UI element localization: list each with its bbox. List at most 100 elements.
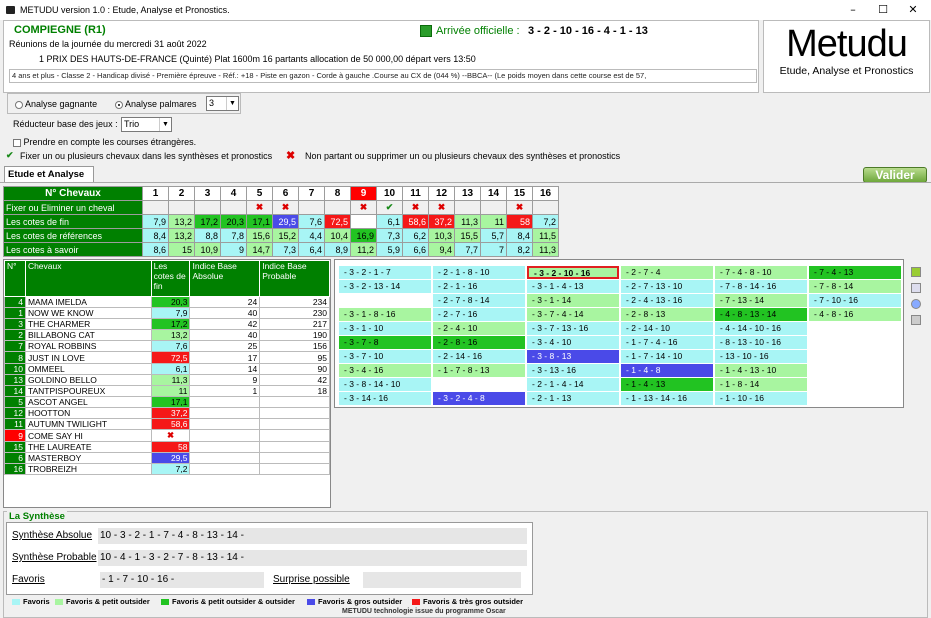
grid-col-number[interactable]: 5: [246, 186, 273, 201]
combo-item[interactable]: - 7 - 13 - 14: [715, 294, 807, 307]
combo-item[interactable]: - 2 - 4 - 10: [433, 322, 525, 335]
grid-col-number[interactable]: 1: [142, 186, 169, 201]
table-row[interactable]: 12 HOOTTON 37,2: [4, 406, 330, 420]
selected-combo-item[interactable]: - 3 - 2 - 10 - 16: [527, 266, 619, 279]
table-row[interactable]: 11 AUTUMN TWILIGHT 58,6: [4, 418, 330, 431]
combo-item[interactable]: - 3 - 7 - 10: [339, 350, 431, 363]
table-row[interactable]: 3 THE CHARMER 17,2 42 217: [4, 318, 330, 331]
table-row[interactable]: 15 THE LAUREATE 58: [4, 441, 330, 454]
combo-item[interactable]: - 1 - 13 - 14 - 16: [621, 392, 713, 405]
minimize-button[interactable]: –: [838, 0, 868, 20]
fixer-cell[interactable]: [168, 200, 195, 215]
combo-item[interactable]: - 3 - 2 - 13 - 14: [339, 280, 431, 293]
grid-col-number[interactable]: 11: [402, 186, 429, 201]
fixer-cell[interactable]: [194, 200, 221, 215]
grid-col-number[interactable]: 12: [428, 186, 455, 201]
combo-item[interactable]: - 2 - 14 - 10: [621, 322, 713, 335]
combo-item[interactable]: - 1 - 7 - 14 - 10: [621, 350, 713, 363]
grid-col-number[interactable]: 10: [376, 186, 403, 201]
table-row[interactable]: 6 MASTERBOY 29,5: [4, 452, 330, 465]
combo-item[interactable]: - 3 - 7 - 8: [339, 336, 431, 349]
fixer-cell[interactable]: [454, 200, 481, 215]
fixer-cell[interactable]: ✖: [402, 200, 429, 215]
palmares-count-select[interactable]: 3 ▼: [206, 96, 239, 111]
etrangeres-checkbox[interactable]: Prendre en compte les courses étrangères…: [13, 137, 196, 147]
grid-col-number[interactable]: 13: [454, 186, 481, 201]
fixer-cell[interactable]: [532, 200, 559, 215]
fixer-cell[interactable]: [220, 200, 247, 215]
valider-button[interactable]: Valider: [863, 167, 927, 183]
combo-item[interactable]: - 3 - 1 - 4 - 13: [527, 280, 619, 293]
fixer-cell[interactable]: ✖: [428, 200, 455, 215]
combo-item[interactable]: - 3 - 1 - 8 - 16: [339, 308, 431, 321]
combo-item[interactable]: - 8 - 13 - 10 - 16: [715, 336, 807, 349]
combo-item[interactable]: - 3 - 1 - 10: [339, 322, 431, 335]
grid-col-number[interactable]: 4: [220, 186, 247, 201]
table-row[interactable]: 16 TROBREIZH 7,2: [4, 463, 330, 476]
combo-item[interactable]: - 1 - 10 - 16: [715, 392, 807, 405]
combo-item[interactable]: - 1 - 4 - 13 - 10: [715, 364, 807, 377]
combo-item[interactable]: - 2 - 14 - 16: [433, 350, 525, 363]
table-row[interactable]: 10 OMMEEL 6,1 14 90: [4, 362, 330, 375]
combo-item[interactable]: [433, 378, 525, 391]
combo-item[interactable]: - 7 - 10 - 16: [809, 294, 901, 307]
combo-item[interactable]: - 7 - 8 - 14: [809, 280, 901, 293]
close-button[interactable]: ✕: [898, 0, 928, 20]
combo-item[interactable]: - 3 - 8 - 14 - 10: [339, 378, 431, 391]
radio-analyse-gagnante[interactable]: Analyse gagnante: [15, 99, 97, 109]
combo-item[interactable]: - 2 - 7 - 13 - 10: [621, 280, 713, 293]
combo-item[interactable]: - 2 - 7 - 8 - 14: [433, 294, 525, 307]
fixer-cell[interactable]: [324, 200, 351, 215]
combo-item[interactable]: - 2 - 1 - 4 - 14: [527, 378, 619, 391]
fixer-cell[interactable]: ✔: [376, 200, 403, 215]
tab-etude-analyse[interactable]: Etude et Analyse: [4, 166, 94, 182]
table-row[interactable]: 9 COME SAY HI ✖: [4, 429, 330, 443]
combo-item[interactable]: - 1 - 7 - 4 - 16: [621, 336, 713, 349]
combo-item[interactable]: - 2 - 1 - 16: [433, 280, 525, 293]
combo-item[interactable]: - 3 - 2 - 1 - 7: [339, 266, 431, 279]
combo-item[interactable]: - 4 - 14 - 10 - 16: [715, 322, 807, 335]
combo-item[interactable]: - 7 - 8 - 14 - 16: [715, 280, 807, 293]
grid-col-number[interactable]: 8: [324, 186, 351, 201]
grid-col-number[interactable]: 6: [272, 186, 299, 201]
grid-col-number[interactable]: 16: [532, 186, 559, 201]
table-row[interactable]: 14 TANTPISPOUREUX 11 1 18: [4, 384, 330, 397]
radio-analyse-palmares[interactable]: Analyse palmares: [115, 99, 197, 109]
combo-item[interactable]: [339, 294, 431, 307]
fixer-cell[interactable]: [142, 200, 169, 215]
grid-col-number[interactable]: 2: [168, 186, 195, 201]
combo-item[interactable]: - 1 - 8 - 14: [715, 378, 807, 391]
combo-item[interactable]: - 3 - 7 - 13 - 16: [527, 322, 619, 335]
combo-item[interactable]: - 3 - 1 - 14: [527, 294, 619, 307]
combo-item[interactable]: - 2 - 7 - 4: [621, 266, 713, 279]
combo-item[interactable]: - 2 - 1 - 13: [527, 392, 619, 405]
table-row[interactable]: 2 BILLABONG CAT 13,2 40 190: [4, 329, 330, 342]
combo-item[interactable]: - 3 - 13 - 16: [527, 364, 619, 377]
combo-item[interactable]: - 4 - 8 - 13 - 14: [715, 308, 807, 321]
combo-item[interactable]: - 7 - 4 - 13: [809, 266, 901, 279]
combo-item[interactable]: - 13 - 10 - 16: [715, 350, 807, 363]
combo-item[interactable]: - 2 - 4 - 13 - 16: [621, 294, 713, 307]
table-row[interactable]: 13 GOLDINO BELLO 11,3 9 42: [4, 373, 330, 386]
table-row[interactable]: 8 JUST IN LOVE 72,5 17 95: [4, 351, 330, 364]
combo-item[interactable]: - 1 - 7 - 8 - 13: [433, 364, 525, 377]
fixer-cell[interactable]: ✖: [506, 200, 533, 215]
combo-item[interactable]: - 1 - 4 - 13: [621, 378, 713, 391]
combo-item[interactable]: - 2 - 8 - 13: [621, 308, 713, 321]
fixer-cell[interactable]: ✖: [246, 200, 273, 215]
reducteur-select[interactable]: Trio ▼: [121, 117, 172, 132]
document-icon[interactable]: [911, 283, 921, 293]
combo-item[interactable]: - 2 - 7 - 16: [433, 308, 525, 321]
combo-item[interactable]: - 2 - 8 - 16: [433, 336, 525, 349]
help-icon[interactable]: [911, 299, 921, 309]
green-square-icon[interactable]: [911, 267, 921, 277]
table-row[interactable]: 5 ASCOT ANGEL 17,1: [4, 395, 330, 408]
printer-icon[interactable]: [911, 315, 921, 325]
combo-item[interactable]: - 4 - 8 - 16: [809, 308, 901, 321]
combo-item[interactable]: - 3 - 14 - 16: [339, 392, 431, 405]
maximize-button[interactable]: ☐: [868, 0, 898, 20]
combo-item[interactable]: - 7 - 4 - 8 - 10: [715, 266, 807, 279]
combo-item[interactable]: - 3 - 7 - 4 - 14: [527, 308, 619, 321]
combo-item[interactable]: - 3 - 2 - 4 - 8: [433, 392, 525, 405]
combo-item[interactable]: - 2 - 1 - 8 - 10: [433, 266, 525, 279]
